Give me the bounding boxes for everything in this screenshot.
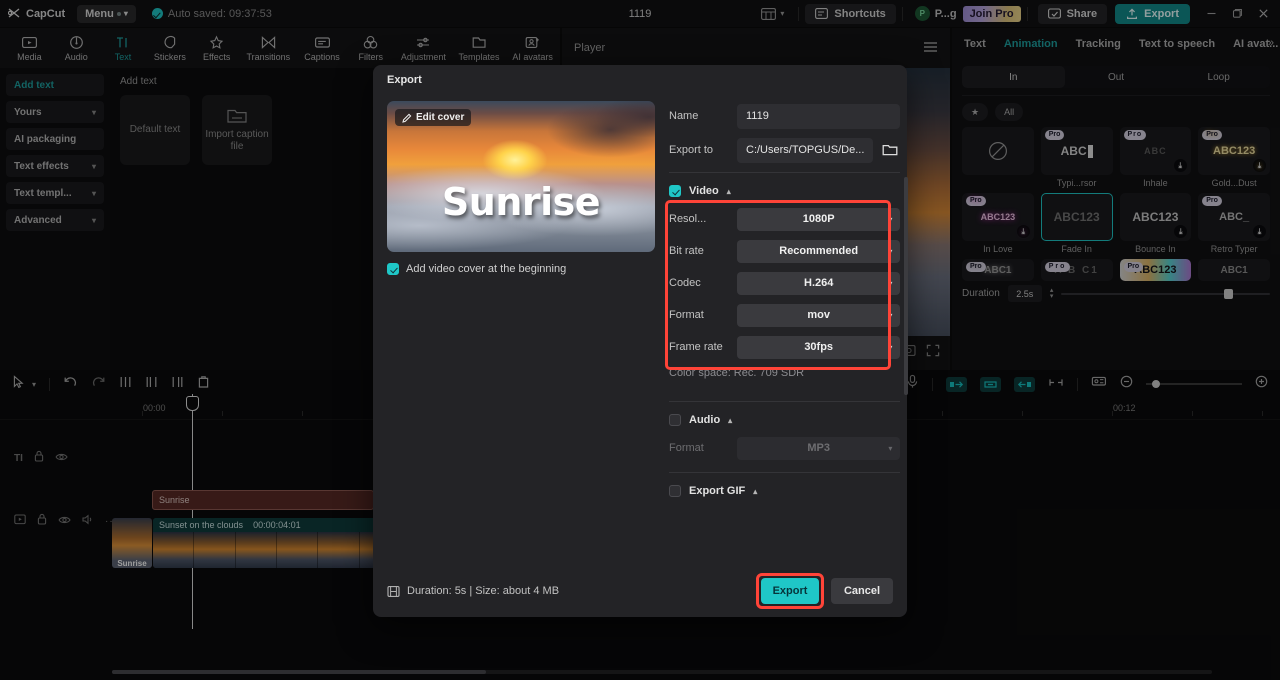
audio-section-header[interactable]: Audio ▴ xyxy=(669,414,900,426)
field-export-to-row: Export to C:/Users/TOPGUS/De... xyxy=(669,137,900,163)
chevron-down-icon: ▾ xyxy=(888,278,893,288)
add-cover-checkbox[interactable] xyxy=(387,263,399,275)
export-path-input[interactable]: C:/Users/TOPGUS/De... xyxy=(737,137,874,163)
divider xyxy=(669,401,901,402)
setting-label: Format xyxy=(669,442,704,454)
gif-section-header[interactable]: Export GIF ▴ xyxy=(669,485,900,497)
gif-section-label: Export GIF xyxy=(689,485,746,497)
setting-format-row: Format mov ▾ xyxy=(669,303,901,327)
chevron-down-icon: ▾ xyxy=(888,246,893,256)
dialog-footer-buttons: Export Cancel xyxy=(756,573,893,609)
setting-audio-format-row: Format MP3 ▾ xyxy=(669,436,901,460)
audio-section-checkbox[interactable] xyxy=(669,414,681,426)
setting-label: Resol... xyxy=(669,213,707,225)
select-value: Recommended xyxy=(779,245,859,257)
caret-up-icon[interactable]: ▴ xyxy=(727,187,731,196)
setting-label: Bit rate xyxy=(669,245,704,257)
divider xyxy=(669,172,901,173)
color-space-label: Color space: Rec. 709 SDR xyxy=(669,367,805,379)
audio-format-select[interactable]: MP3 ▾ xyxy=(737,436,901,460)
setting-resolution-row: Resol... 1080P ▾ xyxy=(669,207,901,231)
dialog-scrollbar[interactable] xyxy=(904,177,909,395)
export-summary: Duration: 5s | Size: about 4 MB xyxy=(387,585,559,598)
caret-up-icon[interactable]: ▴ xyxy=(753,487,757,496)
select-value: 1080P xyxy=(802,213,835,225)
divider xyxy=(669,472,901,473)
edit-cover-button[interactable]: Edit cover xyxy=(395,109,472,126)
codec-select[interactable]: H.264 ▾ xyxy=(737,271,901,295)
dialog-left-column: Sunrise Edit cover Add video cover at th… xyxy=(387,95,655,565)
browse-folder-button[interactable] xyxy=(880,143,900,157)
name-input[interactable]: 1119 xyxy=(737,103,901,129)
resolution-select[interactable]: 1080P ▾ xyxy=(737,207,901,231)
setting-codec-row: Codec H.264 ▾ xyxy=(669,271,901,295)
format-select[interactable]: mov ▾ xyxy=(737,303,901,327)
video-section-header[interactable]: Video ▴ xyxy=(669,185,900,197)
setting-label: Frame rate xyxy=(669,341,723,353)
info-frame-icon xyxy=(387,585,400,597)
dialog-footer: Duration: 5s | Size: about 4 MB Export C… xyxy=(373,565,907,617)
export-summary-label: Duration: 5s | Size: about 4 MB xyxy=(407,585,560,597)
field-name-row: Name 1119 xyxy=(669,103,901,129)
add-cover-checkbox-row[interactable]: Add video cover at the beginning xyxy=(387,263,655,275)
select-value: 30fps xyxy=(804,341,834,353)
field-label: Name xyxy=(669,110,699,122)
bitrate-select[interactable]: Recommended ▾ xyxy=(737,239,901,263)
export-confirm-button[interactable]: Export xyxy=(761,578,819,604)
dialog-body: Sunrise Edit cover Add video cover at th… xyxy=(373,95,909,565)
select-value: H.264 xyxy=(804,277,834,289)
caret-up-icon[interactable]: ▴ xyxy=(728,416,732,425)
audio-section-label: Audio xyxy=(689,414,721,426)
chevron-down-icon: ▾ xyxy=(888,310,893,320)
setting-label: Codec xyxy=(669,277,701,289)
pencil-icon xyxy=(402,113,412,123)
video-section-checkbox[interactable] xyxy=(669,185,681,197)
select-value: MP3 xyxy=(807,442,830,454)
framerate-select[interactable]: 30fps ▾ xyxy=(737,335,901,359)
cancel-button[interactable]: Cancel xyxy=(831,578,893,604)
chevron-down-icon: ▾ xyxy=(888,214,893,224)
setting-label: Format xyxy=(669,309,704,321)
field-label: Export to xyxy=(669,144,714,156)
cover-preview[interactable]: Sunrise Edit cover xyxy=(387,101,655,252)
chevron-down-icon: ▾ xyxy=(888,443,893,453)
video-section-label: Video xyxy=(689,185,719,197)
capcut-editor-window: CapCut Menu ▾ Auto saved: 09:37:53 1119 … xyxy=(0,0,1280,680)
setting-bitrate-row: Bit rate Recommended ▾ xyxy=(669,239,901,263)
gif-section-checkbox[interactable] xyxy=(669,485,681,497)
dialog-right-column: Name 1119 Export to C:/Users/TOPGUS/De..… xyxy=(665,95,909,565)
edit-cover-label: Edit cover xyxy=(416,112,465,123)
chevron-down-icon: ▾ xyxy=(888,342,893,352)
select-value: mov xyxy=(807,309,830,321)
export-dialog: Export Sunrise Edit cover Add video cove… xyxy=(373,65,909,617)
folder-icon xyxy=(882,144,898,156)
add-cover-label: Add video cover at the beginning xyxy=(406,263,567,275)
setting-framerate-row: Frame rate 30fps ▾ xyxy=(669,335,901,359)
dialog-title: Export xyxy=(387,74,422,86)
cover-title-text: Sunrise xyxy=(441,179,601,224)
